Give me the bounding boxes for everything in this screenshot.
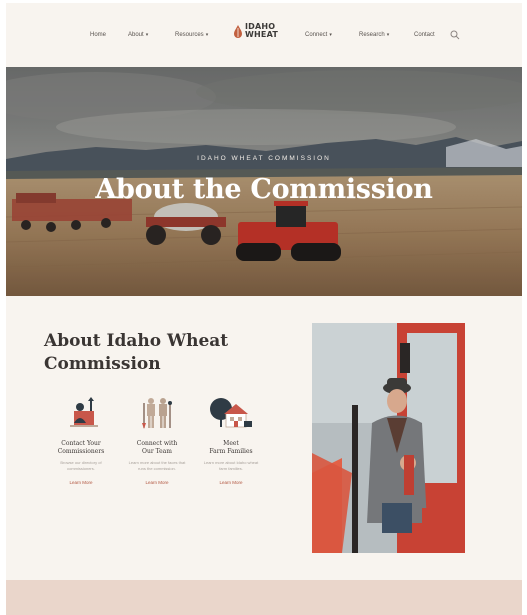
learn-more-link[interactable]: Learn More [145,480,168,485]
page: Home About ▾ Resources ▾ IDAHO WHEAT Conne… [6,3,522,615]
nav-label: Connect [305,32,328,38]
nav-item-home[interactable]: Home [90,32,106,38]
hero-title: About the Commission [95,174,433,205]
nav-item-contact[interactable]: Contact [414,32,435,38]
card-title-line: Meet [223,440,239,447]
card-description: Learn more about Idaho wheat farm famili… [203,460,259,471]
farm-house-icon [210,398,252,428]
card-title-line: Farm Families [209,448,253,455]
card-title-line: Connect with [136,440,178,447]
logo-text-line2: WHEAT [245,30,279,39]
team-icon [142,398,172,429]
nav-label: Resources [175,32,204,38]
chevron-down-icon: ▾ [329,32,332,38]
logo[interactable]: IDAHO WHEAT [234,23,278,39]
chevron-down-icon: ▾ [145,32,149,38]
chevron-down-icon: ▾ [205,32,209,38]
nav-item-research[interactable]: Research ▾ [359,32,389,38]
hero-banner: IDAHO WHEAT COMMISSION About the Commiss… [6,67,522,296]
nav-item-about[interactable]: About ▾ [128,32,148,38]
footer-band [6,580,522,615]
card-title-line: Our Team [142,448,172,455]
search-icon[interactable] [450,30,460,40]
card-title-line: Contact Your [61,440,101,447]
main-nav: Home About ▾ Resources ▾ IDAHO WHEAT Conne… [6,3,522,67]
card-title: Contact Your Commissioners [46,440,116,456]
commissioner-icon [70,397,98,427]
learn-more-link[interactable]: Learn More [69,480,92,485]
wheat-drop-icon [234,24,242,38]
chevron-down-icon: ▾ [386,32,390,38]
card-description: Browse our directory of commissioners. [60,460,102,471]
card-description: Learn more about the faces that runs the… [128,460,186,471]
nav-item-connect[interactable]: Connect ▾ [305,32,332,38]
card-connect-team: Connect with Our Team Learn more about t… [122,395,192,489]
card-contact-commissioners: Contact Your Commissioners Browse our di… [46,395,116,489]
card-title: Connect with Our Team [122,440,192,456]
learn-more-link[interactable]: Learn More [219,480,242,485]
about-title: About Idaho Wheat Commission [44,331,229,374]
card-title-line: Commissioners [57,448,105,455]
farmer-photo-image [312,323,465,553]
nav-label: Contact [414,32,435,38]
nav-item-resources[interactable]: Resources ▾ [175,32,208,38]
hero-eyebrow: IDAHO WHEAT COMMISSION [197,155,331,162]
card-meet-farm-families: Meet Farm Families Learn more about Idah… [196,395,266,489]
nav-label: Research [359,32,385,38]
nav-label: About [128,32,144,38]
card-title: Meet Farm Families [196,440,266,456]
farmer-photo [312,323,465,553]
nav-label: Home [90,32,107,38]
